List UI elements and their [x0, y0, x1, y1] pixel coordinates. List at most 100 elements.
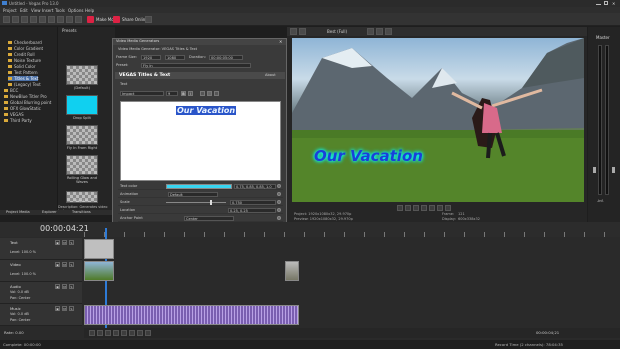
dialog-close-icon[interactable]: ✕	[279, 39, 282, 44]
tree-item[interactable]: Third Party	[4, 118, 32, 123]
align-right-button[interactable]	[214, 91, 219, 96]
play-from-start-button[interactable]	[105, 330, 111, 336]
prop-value[interactable]: 0.25, 0.25	[228, 208, 276, 213]
keyframe-button[interactable]	[277, 184, 281, 188]
redo-button[interactable]	[75, 16, 82, 23]
tree-item[interactable]: (Legacy) Text	[8, 82, 41, 87]
solo-button[interactable]: S	[69, 262, 74, 267]
tree-item[interactable]: Credit Roll	[8, 52, 35, 57]
copy-snapshot-button[interactable]	[376, 28, 383, 35]
pause-button[interactable]	[121, 330, 127, 336]
preset-thumb[interactable]	[66, 65, 98, 85]
tree-item[interactable]: OFX GlowStatic	[4, 106, 41, 111]
stop-button[interactable]	[129, 330, 135, 336]
tab-explorer[interactable]: Explorer	[42, 210, 57, 214]
save-snapshot-button[interactable]	[385, 28, 392, 35]
selected-text[interactable]: Our Vacation	[176, 106, 237, 115]
preview-settings-button[interactable]	[290, 28, 297, 35]
mute-button[interactable]: M	[62, 306, 67, 311]
record-button[interactable]	[89, 330, 95, 336]
preset-thumb[interactable]	[66, 95, 98, 115]
properties-button[interactable]	[30, 16, 37, 23]
keyframe-button[interactable]	[277, 200, 281, 204]
bold-button[interactable]: B	[181, 91, 186, 96]
video-frame[interactable]: Our Vacation	[292, 38, 584, 202]
play-from-start-button[interactable]	[405, 205, 411, 211]
keyframe-button[interactable]	[277, 208, 281, 212]
preset-thumb[interactable]	[66, 155, 98, 175]
track-header-text[interactable]: Text Level: 100.0 % ▣ M S	[0, 238, 82, 260]
bypass-fx-button[interactable]: ▣	[55, 306, 60, 311]
undo-button[interactable]	[66, 16, 73, 23]
tree-item[interactable]: Noise Texture	[8, 58, 41, 63]
bypass-fx-button[interactable]: ▣	[55, 240, 60, 245]
animation-dropdown[interactable]: Default	[168, 192, 218, 197]
tree-item[interactable]: VEGAS	[4, 112, 24, 117]
tree-item-selected[interactable]: Titles & Text	[8, 76, 39, 81]
about-button[interactable]: About	[265, 73, 276, 77]
tree-item[interactable]: BCC	[4, 88, 18, 93]
tree-item[interactable]: NewBlue Titler Pro	[4, 94, 47, 99]
scale-slider-handle[interactable]	[210, 200, 212, 205]
tab-project-media[interactable]: Project Media	[6, 210, 30, 214]
anchor-dropdown[interactable]: Center	[184, 216, 234, 221]
share-online-icon[interactable]	[113, 16, 120, 23]
italic-button[interactable]: I	[188, 91, 193, 96]
keyframe-button[interactable]	[277, 192, 281, 196]
frame-height-field[interactable]: 1080	[165, 55, 185, 60]
master-fader-handle[interactable]	[612, 167, 615, 173]
preset-dropdown[interactable]: Fly In	[141, 63, 251, 68]
video-event-clip[interactable]	[285, 261, 299, 281]
preset-thumb[interactable]	[66, 125, 98, 145]
solo-button[interactable]: S	[69, 240, 74, 245]
tree-item[interactable]: Checkerboard	[8, 40, 42, 45]
open-button[interactable]	[12, 16, 19, 23]
save-button[interactable]	[21, 16, 28, 23]
text-color-swatch[interactable]	[166, 184, 232, 189]
mute-button[interactable]: M	[62, 262, 67, 267]
close-icon[interactable]: ✕	[612, 1, 615, 6]
tree-item[interactable]: Test Pattern	[8, 70, 38, 75]
stop-button[interactable]	[429, 205, 435, 211]
mute-button[interactable]: M	[62, 284, 67, 289]
keyframe-button[interactable]	[277, 216, 281, 220]
split-screen-button[interactable]	[299, 28, 306, 35]
overlays-button[interactable]	[367, 28, 374, 35]
track-header-video[interactable]: Video Level: 100.0 % ▣ M S	[0, 260, 82, 282]
prop-value[interactable]: 0.75, 0.85, 0.85, 1.0	[234, 184, 276, 189]
tab-transitions[interactable]: Transitions	[72, 210, 91, 214]
tree-item[interactable]: Color Gradient	[8, 46, 43, 51]
minimize-icon[interactable]	[596, 1, 601, 5]
tree-item[interactable]: Global Blurring point	[4, 100, 51, 105]
track-header-music[interactable]: Music Vol: 0.0 dB Pan: Center ▣ M S	[0, 304, 82, 326]
help-button[interactable]	[145, 16, 152, 23]
bypass-fx-button[interactable]: ▣	[55, 284, 60, 289]
video-event-clip[interactable]	[84, 261, 114, 281]
next-frame-button[interactable]	[445, 205, 451, 211]
font-dropdown[interactable]: Impact	[120, 91, 164, 96]
master-fader-handle[interactable]	[593, 167, 596, 173]
play-button[interactable]	[413, 205, 419, 211]
time-ruler[interactable]	[84, 232, 620, 237]
tree-item[interactable]: Solid Color	[8, 64, 35, 69]
loop-playback-button[interactable]	[97, 330, 103, 336]
paste-button[interactable]	[57, 16, 64, 23]
text-event-clip[interactable]	[84, 239, 114, 259]
frame-width-field[interactable]: 1920	[141, 55, 161, 60]
duration-field[interactable]: 00:00:05:00	[209, 55, 243, 60]
scale-slider[interactable]	[166, 202, 226, 203]
solo-button[interactable]: S	[69, 306, 74, 311]
pause-button[interactable]	[421, 205, 427, 211]
preview-quality-dropdown[interactable]: Best (Full)	[327, 29, 347, 34]
go-to-end-button[interactable]	[145, 330, 151, 336]
track-header-audio[interactable]: Audio Vol: 0.0 dB Pan: Center ▣ M S	[0, 282, 82, 304]
share-online-button[interactable]: Share Online	[122, 17, 148, 22]
prop-value[interactable]: 0.750	[230, 200, 276, 205]
copy-button[interactable]	[48, 16, 55, 23]
music-waveform-clip[interactable]	[84, 305, 299, 325]
play-button[interactable]	[113, 330, 119, 336]
make-movie-icon[interactable]	[87, 16, 94, 23]
go-to-start-button[interactable]	[137, 330, 143, 336]
align-left-button[interactable]	[200, 91, 205, 96]
text-edit-area[interactable]: Our Vacation	[120, 101, 281, 181]
